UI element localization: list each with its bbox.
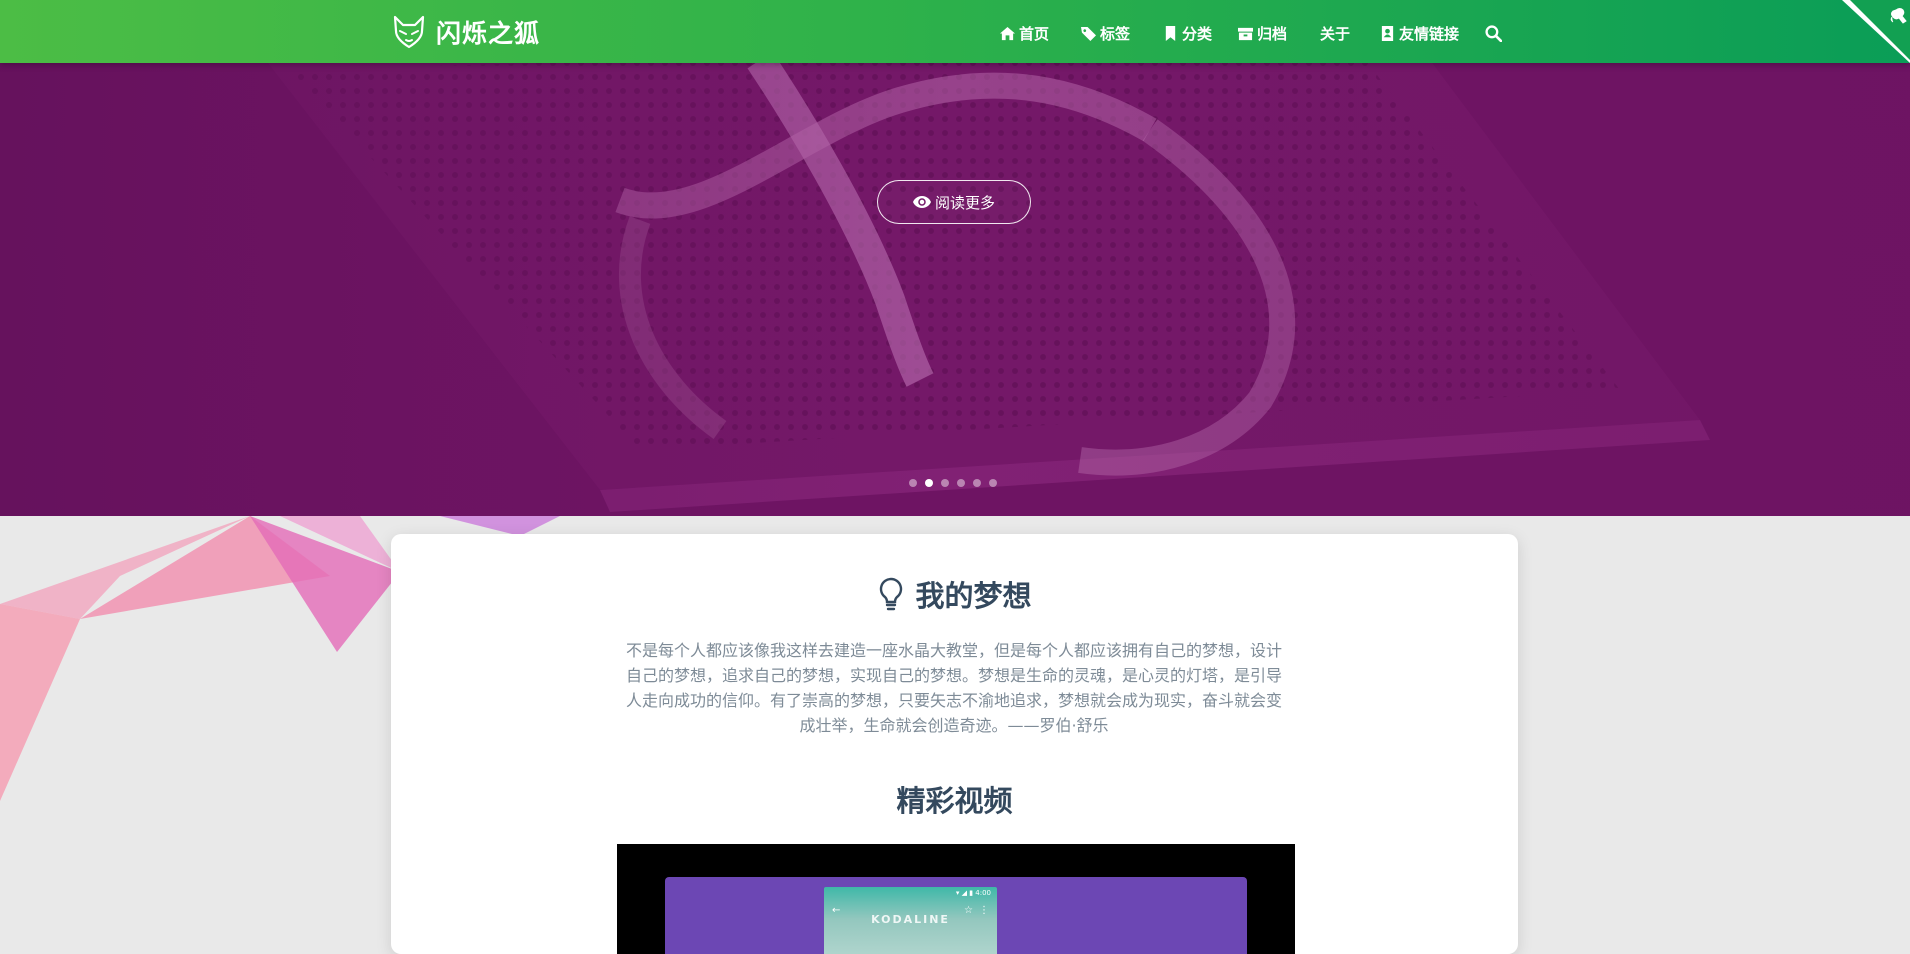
nav-home-label: 首页: [1019, 24, 1050, 43]
home-icon: [1000, 26, 1015, 40]
phone-brand-text: KODALINE: [871, 913, 950, 926]
read-more-label: 阅读更多: [934, 193, 995, 212]
github-corner-link[interactable]: [1830, 0, 1910, 63]
nav-friend-links-label: 友情链接: [1399, 24, 1460, 43]
bookmark-icon: [1165, 25, 1176, 41]
dream-heading: 我的梦想: [391, 574, 1518, 614]
search-icon[interactable]: [1485, 25, 1502, 42]
fox-logo-icon: [393, 15, 425, 49]
hero-carousel: 阅读更多: [0, 0, 1910, 516]
carousel-dot[interactable]: [957, 479, 965, 487]
tags-icon: [1081, 26, 1096, 41]
carousel-dot[interactable]: [909, 479, 917, 487]
video-player[interactable]: ▾ ◢ ▮ 4:00 ← ☆ ⋮ KODALINE: [617, 844, 1295, 954]
carousel-dot[interactable]: [941, 479, 949, 487]
nav-home[interactable]: 首页: [1000, 22, 1049, 44]
carousel-dot-active[interactable]: [925, 479, 933, 487]
read-more-button[interactable]: 阅读更多: [877, 180, 1031, 224]
hero-background-image: [0, 0, 1910, 516]
nav-categories-label: 分类: [1182, 24, 1213, 43]
top-navbar: 闪烁之狐 首页 标签 分类 归档 关于 友情链接: [0, 0, 1910, 63]
nav-about[interactable]: 关于: [1320, 22, 1350, 44]
nav-archive-label: 归档: [1257, 24, 1288, 43]
nav-about-label: 关于: [1320, 24, 1351, 43]
video-heading: 精彩视频: [896, 784, 1013, 818]
nav-tags[interactable]: 标签: [1081, 22, 1130, 44]
content-card: 我的梦想 不是每个人都应该像我这样去建造一座水晶大教堂，但是每个人都应该拥有自己…: [391, 534, 1518, 954]
archive-icon: [1238, 27, 1253, 40]
nav-archive[interactable]: 归档: [1238, 22, 1287, 44]
nav-categories[interactable]: 分类: [1163, 22, 1212, 44]
lightbulb-icon: [880, 577, 903, 611]
dream-quote: 不是每个人都应该像我这样去建造一座水晶大教堂，但是每个人都应该拥有自己的梦想，设…: [625, 641, 1282, 735]
eye-icon: [912, 196, 931, 208]
carousel-dot[interactable]: [989, 479, 997, 487]
nav-tags-label: 标签: [1100, 24, 1131, 43]
brand-title: 闪烁之狐: [436, 19, 541, 48]
video-frame-phone: ▾ ◢ ▮ 4:00 ← ☆ ⋮ KODALINE: [824, 887, 997, 954]
brand[interactable]: 闪烁之狐: [392, 14, 540, 50]
github-octocat-icon: [1842, 0, 1910, 63]
address-card-icon: [1381, 25, 1394, 41]
dream-title: 我的梦想: [915, 579, 1032, 613]
carousel-dot[interactable]: [973, 479, 981, 487]
nav-friend-links[interactable]: 友情链接: [1380, 22, 1459, 44]
phone-status-icons: ▾ ◢ ▮ 4:00: [955, 889, 991, 897]
carousel-indicators: [909, 479, 1005, 489]
